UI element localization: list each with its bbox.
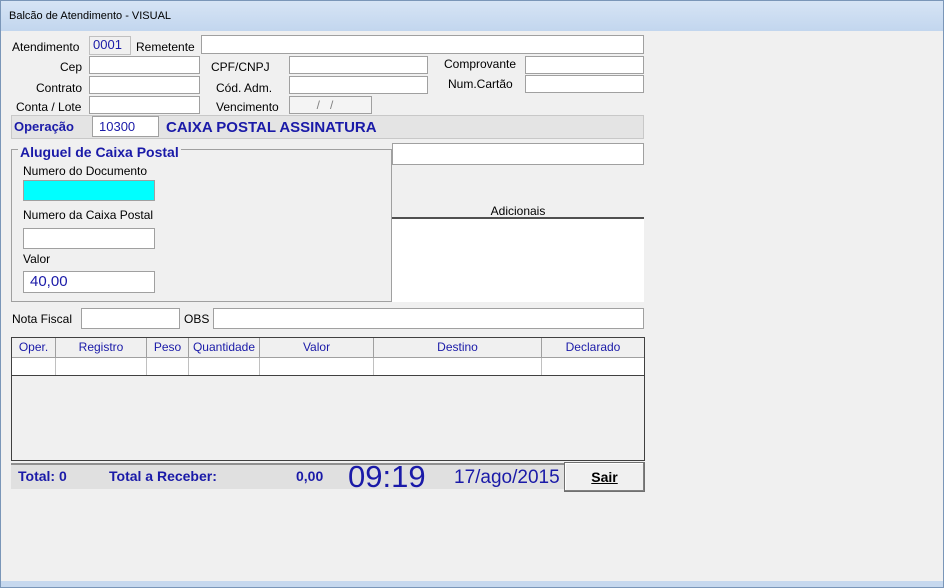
cod-adm-field[interactable]	[289, 76, 428, 94]
operacao-code-field[interactable]: 10300	[92, 116, 159, 137]
table-cell[interactable]	[542, 358, 644, 375]
column-header-oper[interactable]: Oper.	[12, 338, 56, 357]
total-count: Total: 0	[18, 468, 67, 484]
group-title: Aluguel de Caixa Postal	[18, 144, 181, 160]
adicionais-box[interactable]	[392, 217, 644, 302]
obs-field[interactable]	[213, 308, 644, 329]
remetente-field[interactable]	[201, 35, 644, 54]
table-cell[interactable]	[147, 358, 189, 375]
cpf-cnpj-label: CPF/CNPJ	[211, 60, 270, 74]
table-cell[interactable]	[56, 358, 147, 375]
items-table[interactable]: Oper. Registro Peso Quantidade Valor Des…	[11, 337, 645, 461]
valor-field[interactable]: 40,00	[23, 271, 155, 293]
sair-label: Sair	[591, 469, 618, 485]
num-cartao-field[interactable]	[525, 75, 644, 93]
column-header-destino[interactable]: Destino	[374, 338, 542, 357]
numero-documento-label: Numero do Documento	[23, 164, 148, 178]
cep-label: Cep	[60, 60, 83, 74]
column-header-valor[interactable]: Valor	[260, 338, 374, 357]
contrato-field[interactable]	[89, 76, 200, 94]
column-header-peso[interactable]: Peso	[147, 338, 189, 357]
numero-documento-field[interactable]	[23, 180, 155, 201]
nota-fiscal-field[interactable]	[81, 308, 180, 329]
remetente-label: Remetente	[136, 40, 195, 54]
nota-fiscal-label: Nota Fiscal	[12, 312, 73, 326]
conta-lote-field[interactable]	[89, 96, 200, 114]
table-cell[interactable]	[12, 358, 56, 375]
comprovante-field[interactable]	[525, 56, 644, 74]
clock-time: 09:19	[348, 459, 426, 494]
table-row[interactable]	[12, 357, 644, 376]
operacao-label: Operação	[14, 119, 74, 134]
total-receber-value: 0,00	[296, 468, 324, 484]
comprovante-label: Comprovante	[444, 57, 517, 71]
column-header-registro[interactable]: Registro	[56, 338, 147, 357]
window-title: Balcão de Atendimento - VISUAL	[9, 10, 172, 22]
atendimento-label: Atendimento	[12, 40, 80, 54]
extra-field[interactable]	[392, 143, 644, 165]
adicionais-label: Adicionais	[490, 204, 546, 218]
vencimento-field[interactable]: / /	[289, 96, 372, 114]
contrato-label: Contrato	[36, 81, 83, 95]
column-header-quantidade[interactable]: Quantidade	[189, 338, 260, 357]
cpf-cnpj-field[interactable]	[289, 56, 428, 74]
window-bottom-border	[1, 581, 943, 587]
cod-adm-label: Cód. Adm.	[216, 81, 273, 95]
numero-caixa-postal-field[interactable]	[23, 228, 155, 249]
title-bar[interactable]: Balcão de Atendimento - VISUAL	[1, 1, 943, 31]
operacao-description: CAIXA POSTAL ASSINATURA	[166, 119, 377, 136]
valor-label: Valor	[23, 252, 51, 266]
conta-lote-label: Conta / Lote	[16, 100, 82, 114]
current-date: 17/ago/2015	[454, 467, 560, 488]
total-receber-label: Total a Receber:	[109, 468, 217, 484]
atendimento-field[interactable]: 0001	[89, 36, 131, 55]
column-header-declarado[interactable]: Declarado	[542, 338, 644, 357]
table-cell[interactable]	[374, 358, 542, 375]
vencimento-label: Vencimento	[216, 100, 279, 114]
obs-label: OBS	[184, 312, 210, 326]
numero-caixa-postal-label: Numero da Caixa Postal	[23, 208, 154, 222]
sair-button[interactable]: Sair	[564, 462, 645, 492]
num-cartao-label: Num.Cartão	[448, 77, 513, 91]
cep-field[interactable]	[89, 56, 200, 74]
table-cell[interactable]	[189, 358, 260, 375]
table-cell[interactable]	[260, 358, 374, 375]
main-window: Balcão de Atendimento - VISUAL Atendimen…	[0, 0, 944, 588]
